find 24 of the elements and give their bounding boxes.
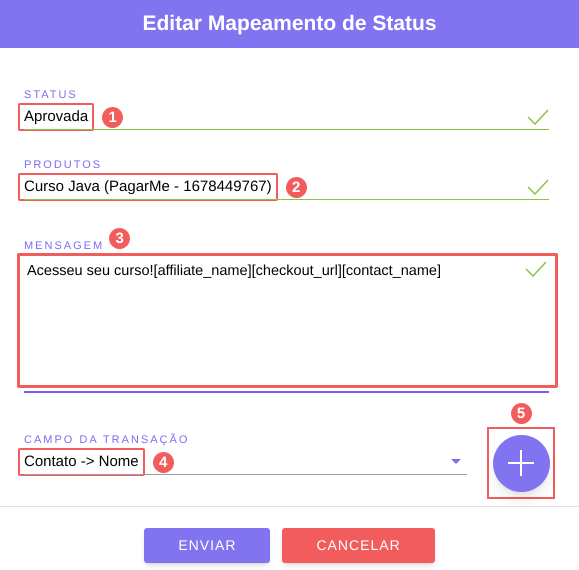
message-field[interactable]: Acesseu seu curso![affiliate_name][checkout_url][contact_name] [17, 253, 558, 388]
check-icon [525, 261, 547, 277]
select-field[interactable]: Contato -> Nome 4 [17, 447, 467, 477]
callout-number: 3 [109, 228, 130, 249]
field-label: PRODUTOS [24, 158, 104, 172]
field-label: MENSAGEM [24, 239, 104, 253]
check-icon [527, 109, 549, 125]
dialog-button[interactable]: ENVIAR [144, 528, 270, 563]
text-field[interactable]: Aprovada 1 [17, 102, 549, 132]
field-value: Aprovada [18, 102, 94, 132]
dialog-title: Editar Mapeamento de Status [142, 11, 437, 38]
callout-number: 2 [286, 176, 307, 198]
callout-number: 5 [510, 403, 532, 424]
field-value: Acesseu seu curso![affiliate_name][checkout_url][contact_name] [27, 262, 442, 281]
plus-icon [508, 450, 534, 476]
text-field[interactable]: Curso Java (PagarMe - 1678449767) 2 [17, 172, 549, 202]
field-label: CAMPO DA TRANSAÇÃO [24, 433, 190, 447]
field-value: Contato -> Nome [18, 448, 145, 476]
dropdown-arrow-icon [451, 459, 461, 465]
callout-number: 4 [152, 452, 174, 472]
field-label: STATUS [24, 88, 79, 102]
field-value: Curso Java (PagarMe - 1678449767) [18, 172, 278, 202]
callout-number: 1 [102, 106, 124, 128]
check-icon [527, 179, 549, 195]
